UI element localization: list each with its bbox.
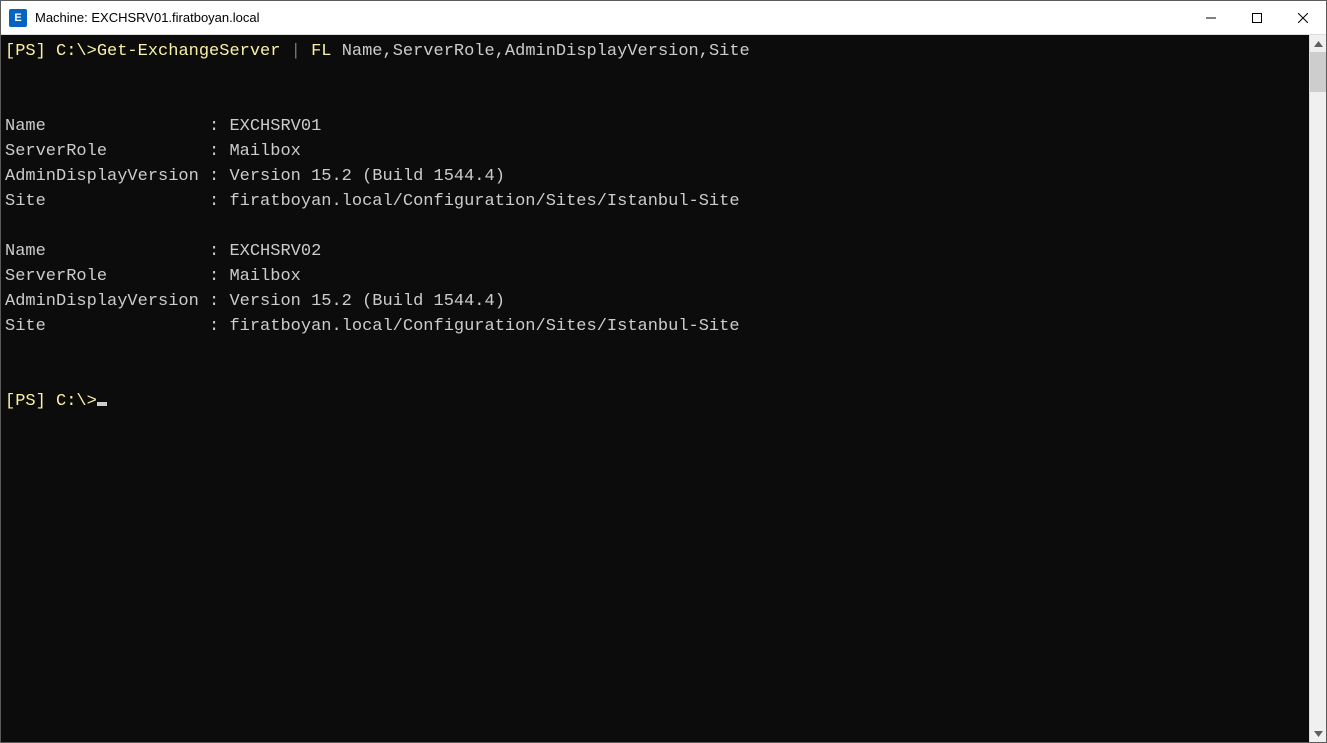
chevron-down-icon (1314, 731, 1323, 737)
chevron-up-icon (1314, 41, 1323, 47)
window-title: Machine: EXCHSRV01.firatboyan.local (35, 10, 260, 25)
command-cmdlet: Get-ExchangeServer (97, 42, 281, 61)
field-label: Site (5, 192, 199, 211)
scroll-down-button[interactable] (1310, 725, 1326, 742)
field-value: firatboyan.local/Configuration/Sites/Ist… (229, 317, 739, 336)
field-separator: : (199, 242, 230, 261)
field-value: Mailbox (229, 267, 300, 286)
field-label: AdminDisplayVersion (5, 292, 199, 311)
scrollbar-thumb[interactable] (1310, 52, 1326, 92)
field-separator: : (199, 117, 230, 136)
field-separator: : (199, 317, 230, 336)
field-value: firatboyan.local/Configuration/Sites/Ist… (229, 192, 739, 211)
command-args: Name,ServerRole,AdminDisplayVersion,Site (342, 42, 750, 61)
console-area: [PS] C:\>Get-ExchangeServer | FL Name,Se… (1, 35, 1326, 742)
minimize-button[interactable] (1188, 1, 1234, 34)
field-label: AdminDisplayVersion (5, 167, 199, 186)
scrollbar-track[interactable] (1310, 52, 1326, 725)
field-label: Name (5, 242, 199, 261)
field-separator: : (199, 167, 230, 186)
titlebar[interactable]: E Machine: EXCHSRV01.firatboyan.local (1, 1, 1326, 35)
close-icon (1298, 13, 1308, 23)
args-space (331, 42, 341, 61)
field-separator: : (199, 142, 230, 161)
prompt-prefix: [PS] C:\> (5, 392, 97, 411)
exchange-icon: E (9, 9, 27, 27)
field-value: EXCHSRV02 (229, 242, 321, 261)
cursor (97, 402, 107, 406)
field-label: Site (5, 317, 199, 336)
pipe-symbol: | (280, 42, 311, 61)
field-separator: : (199, 192, 230, 211)
field-label: Name (5, 117, 199, 136)
field-label: ServerRole (5, 267, 199, 286)
scroll-up-button[interactable] (1310, 35, 1326, 52)
field-value: EXCHSRV01 (229, 117, 321, 136)
vertical-scrollbar[interactable] (1309, 35, 1326, 742)
command-format: FL (311, 42, 331, 61)
field-value: Version 15.2 (Build 1544.4) (229, 292, 504, 311)
console-output[interactable]: [PS] C:\>Get-ExchangeServer | FL Name,Se… (1, 35, 1309, 742)
field-separator: : (199, 267, 230, 286)
exchange-icon-letter: E (14, 12, 21, 24)
field-value: Mailbox (229, 142, 300, 161)
prompt-prefix: [PS] C:\> (5, 42, 97, 61)
maximize-icon (1252, 13, 1262, 23)
field-label: ServerRole (5, 142, 199, 161)
window-controls (1188, 1, 1326, 34)
field-value: Version 15.2 (Build 1544.4) (229, 167, 504, 186)
minimize-icon (1206, 13, 1216, 23)
maximize-button[interactable] (1234, 1, 1280, 34)
field-separator: : (199, 292, 230, 311)
close-button[interactable] (1280, 1, 1326, 34)
app-window: E Machine: EXCHSRV01.firatboyan.local [P… (0, 0, 1327, 743)
